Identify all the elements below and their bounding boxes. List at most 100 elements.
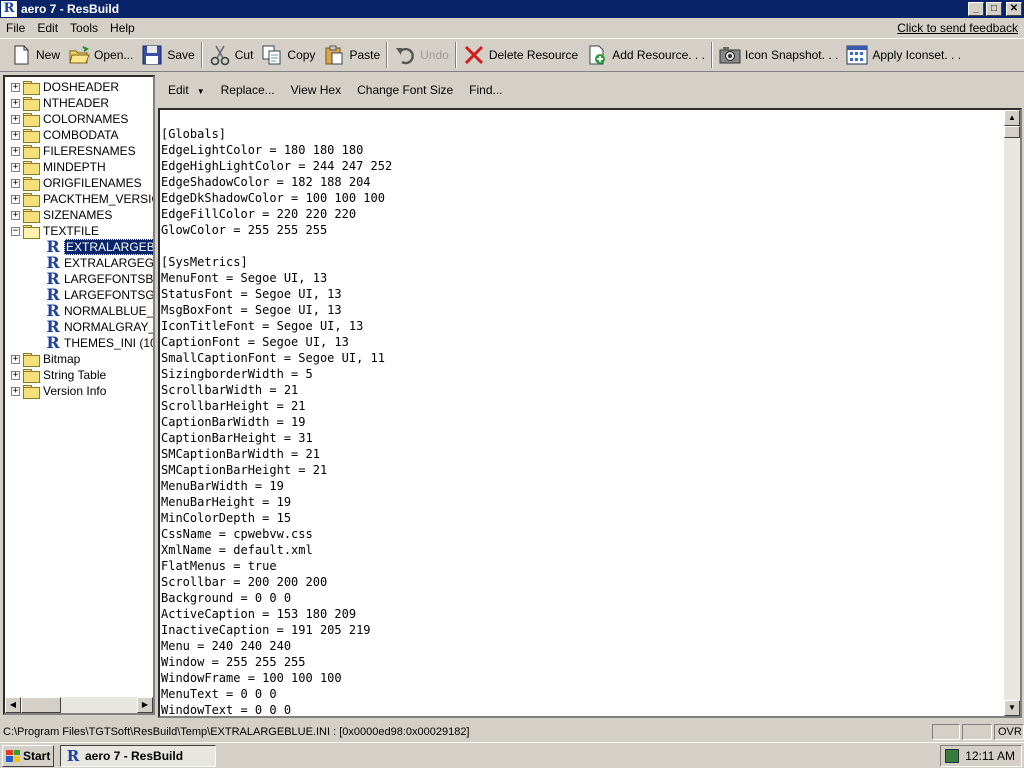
editor-line: IconTitleFont = Segoe UI, 13: [161, 319, 364, 333]
tree-node-bitmap[interactable]: + Bitmap: [11, 351, 80, 367]
send-feedback-link[interactable]: Click to send feedback: [897, 21, 1018, 35]
editor-line: ScrollbarWidth = 21: [161, 383, 299, 397]
collapse-icon[interactable]: −: [11, 226, 20, 236]
expand-icon[interactable]: +: [11, 114, 20, 124]
paste-button[interactable]: Paste: [319, 41, 384, 69]
tree-node-packthem-version[interactable]: + PACKTHEM_VERSION: [11, 191, 153, 207]
add-resource-button[interactable]: Add Resource. . .: [582, 41, 709, 69]
copy-button[interactable]: Copy: [257, 41, 319, 69]
tree-node-fileresnames[interactable]: + FILERESNAMES: [11, 143, 136, 159]
close-button[interactable]: ✕: [1006, 2, 1022, 16]
toolbar-separator: [200, 42, 203, 68]
maximize-button[interactable]: □: [986, 2, 1002, 16]
windows-flag-icon: [6, 749, 20, 762]
editor-line: InactiveCaption = 191 205 219: [161, 623, 371, 637]
tree-node-normalblue-ini[interactable]: R NORMALBLUE_INI: [45, 303, 153, 319]
tree-node-label: ORIGFILENAMES: [43, 176, 142, 190]
status-path: C:\Program Files\TGTSoft\ResBuild\Temp\E…: [3, 726, 470, 738]
new-button[interactable]: New: [6, 41, 64, 69]
expand-icon[interactable]: +: [11, 162, 20, 172]
expand-icon[interactable]: +: [11, 386, 20, 396]
scroll-thumb[interactable]: [1004, 126, 1020, 138]
tree-node-normalgray-ini[interactable]: R NORMALGRAY_INI: [45, 319, 153, 335]
editor-line: SizingborderWidth = 5: [161, 367, 313, 381]
toolbar: New Open... Save Cut Copy Paste Undo Del…: [0, 38, 1024, 72]
scroll-up-icon[interactable]: ▲: [1004, 110, 1020, 126]
tree-horizontal-scrollbar[interactable]: ◀ ▶: [5, 697, 153, 713]
find-button[interactable]: Find...: [469, 83, 502, 97]
menu-help[interactable]: Help: [104, 21, 141, 35]
tree-node-label: Version Info: [43, 384, 107, 398]
replace-button[interactable]: Replace...: [221, 83, 275, 97]
scroll-thumb[interactable]: [21, 697, 61, 713]
scissors-icon: [209, 44, 231, 66]
tree-node-origfilenames[interactable]: + ORIGFILENAMES: [11, 175, 142, 191]
taskbar-app-resbuild[interactable]: R aero 7 - ResBuild: [60, 744, 216, 767]
apply-iconset-button[interactable]: Apply Iconset. . .: [842, 41, 965, 69]
scroll-left-icon[interactable]: ◀: [5, 697, 21, 713]
editor-line: EdgeShadowColor = 182 188 204: [161, 175, 371, 189]
cut-button[interactable]: Cut: [205, 41, 258, 69]
editor-line: MenuBarWidth = 19: [161, 479, 284, 493]
tree-node-largefontsblue[interactable]: R LARGEFONTSBLUE: [45, 271, 153, 287]
clock[interactable]: 12:11 AM: [965, 749, 1015, 763]
expand-icon[interactable]: +: [11, 146, 20, 156]
taskbar: Start R aero 7 - ResBuild 12:11 AM: [0, 742, 1024, 768]
app-icon[interactable]: R: [1, 1, 17, 17]
expand-icon[interactable]: +: [11, 370, 20, 380]
expand-icon[interactable]: +: [11, 82, 20, 92]
delete-resource-button[interactable]: Delete Resource: [459, 41, 582, 69]
folder-icon: [23, 145, 40, 159]
tree-node-colornames[interactable]: + COLORNAMES: [11, 111, 128, 127]
start-button[interactable]: Start: [2, 744, 54, 767]
save-button[interactable]: Save: [137, 41, 198, 69]
view-hex-button[interactable]: View Hex: [291, 83, 341, 97]
editor-vertical-scrollbar[interactable]: ▲ ▼: [1004, 110, 1020, 716]
tree-node-combodata[interactable]: + COMBODATA: [11, 127, 119, 143]
expand-icon[interactable]: +: [11, 130, 20, 140]
minimize-button[interactable]: _: [968, 2, 984, 16]
scroll-down-icon[interactable]: ▼: [1004, 700, 1020, 716]
scroll-right-icon[interactable]: ▶: [137, 697, 153, 713]
expand-icon[interactable]: +: [11, 178, 20, 188]
tree-node-label: NTHEADER: [43, 96, 110, 110]
resource-tree[interactable]: + DOSHEADER + NTHEADER + COLORNAMES + CO…: [3, 75, 155, 715]
window-title: aero 7 - ResBuild: [21, 2, 120, 16]
tree-node-ntheader[interactable]: + NTHEADER: [11, 95, 109, 111]
tree-node-label: COLORNAMES: [43, 112, 129, 126]
folder-icon: [23, 97, 40, 111]
editor-edit-menu[interactable]: Edit ▼: [168, 83, 205, 97]
menu-edit[interactable]: Edit: [31, 21, 64, 35]
open-button[interactable]: Open...: [64, 41, 137, 69]
tree-node-version-info[interactable]: + Version Info: [11, 383, 106, 399]
status-pane: [932, 724, 960, 740]
expand-icon[interactable]: +: [11, 210, 20, 220]
tree-node-dosheader[interactable]: + DOSHEADER: [11, 79, 119, 95]
expand-icon[interactable]: +: [11, 98, 20, 108]
tree-node-extralargeblue[interactable]: R EXTRALARGEBLUE: [45, 239, 153, 255]
tree-node-label: DOSHEADER: [43, 80, 120, 94]
tree-node-sizenames[interactable]: + SIZENAMES: [11, 207, 112, 223]
system-tray: 12:11 AM: [940, 745, 1022, 767]
change-font-size-button[interactable]: Change Font Size: [357, 83, 453, 97]
tree-node-largefontsgray[interactable]: R LARGEFONTSGRAY: [45, 287, 153, 303]
menu-file[interactable]: File: [0, 21, 31, 35]
tray-app-icon[interactable]: [945, 749, 959, 763]
undo-button[interactable]: Undo: [390, 41, 453, 69]
icon-snapshot-button[interactable]: Icon Snapshot. . .: [715, 41, 842, 69]
expand-icon[interactable]: +: [11, 194, 20, 204]
expand-icon[interactable]: +: [11, 354, 20, 364]
new-file-icon: [10, 44, 32, 66]
tree-node-themes-ini[interactable]: R THEMES_INI (1033): [45, 335, 155, 351]
menu-tools[interactable]: Tools: [64, 21, 104, 35]
folder-icon: [23, 353, 40, 367]
text-editor[interactable]: [Globals] EdgeLightColor = 180 180 180 Edg…: [158, 108, 1022, 718]
taskbar-app-label: aero 7 - ResBuild: [85, 748, 184, 763]
tree-node-label: THEMES_INI (1033): [64, 336, 155, 350]
tree-node-mindepth[interactable]: + MINDEPTH: [11, 159, 106, 175]
editor-content[interactable]: [Globals] EdgeLightColor = 180 180 180 Edg…: [161, 126, 392, 716]
cut-label: Cut: [234, 48, 254, 62]
tree-node-extralargegray[interactable]: R EXTRALARGEGRAY: [45, 255, 153, 271]
tree-node-string-table[interactable]: + String Table: [11, 367, 106, 383]
iconset-grid-icon: [846, 44, 868, 66]
